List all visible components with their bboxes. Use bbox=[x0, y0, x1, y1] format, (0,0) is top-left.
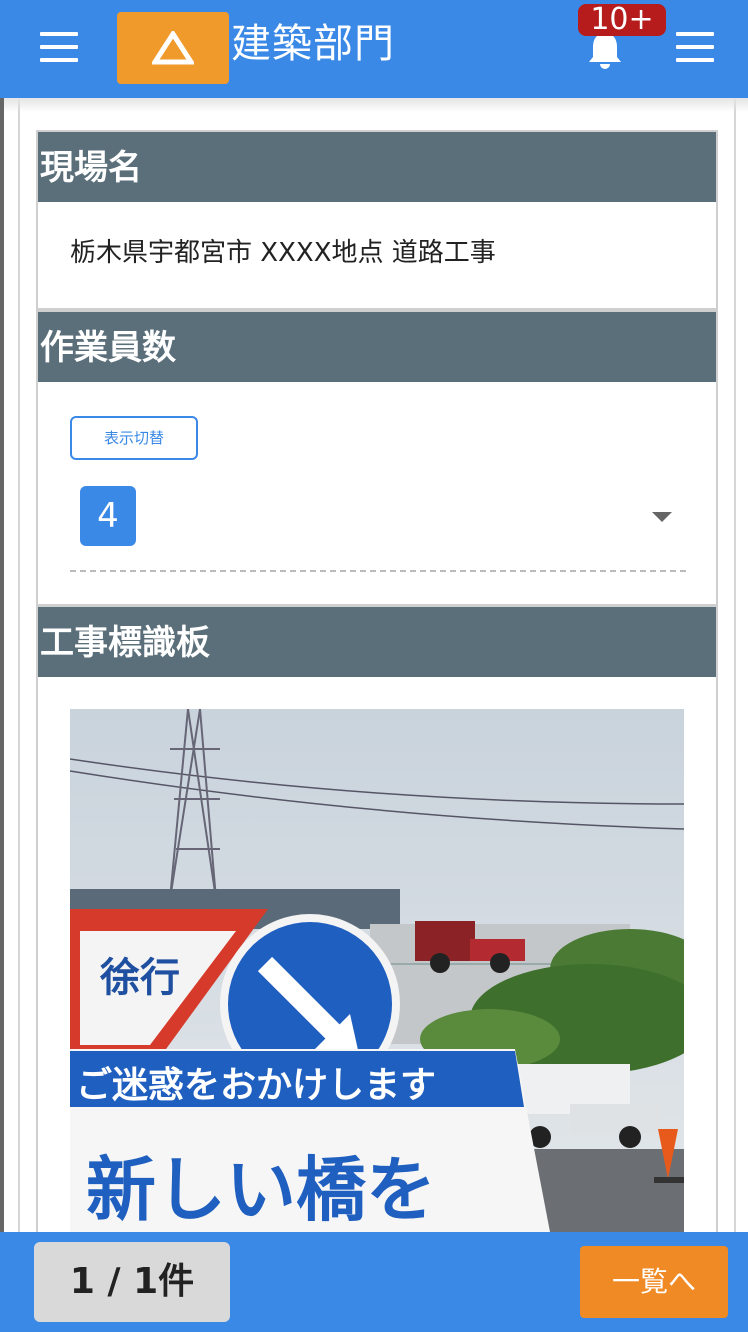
app-title: 建築部門 bbox=[231, 21, 395, 67]
banner-text: ご迷惑をおかけします bbox=[76, 1065, 436, 1106]
divider bbox=[70, 570, 686, 572]
settings-menu-icon[interactable] bbox=[676, 32, 714, 62]
sign-main-text: 新しい橋を bbox=[86, 1149, 436, 1231]
signboard-photo[interactable]: 徐行 ご迷惑をおかけします 新しい橋を bbox=[70, 709, 684, 1232]
worker-count-section: 作業員数 表示切替 4 bbox=[36, 310, 718, 606]
signboard-photo-art: 徐行 ご迷惑をおかけします 新しい橋を bbox=[70, 709, 684, 1232]
hamburger-menu-icon[interactable] bbox=[40, 32, 78, 62]
back-to-list-button[interactable]: 一覧へ bbox=[580, 1246, 728, 1318]
left-edge bbox=[0, 98, 4, 1232]
worker-count-value[interactable]: 4 bbox=[80, 486, 136, 546]
slow-sign-text: 徐行 bbox=[99, 955, 180, 1001]
site-name-section: 現場名 栃木県宇都宮市 XXXX地点 道路工事 bbox=[36, 130, 718, 310]
footer-bar: 1 / 1件 一覧へ bbox=[0, 1232, 748, 1332]
logo-button[interactable] bbox=[117, 12, 229, 84]
dropdown-caret-icon[interactable] bbox=[652, 512, 672, 522]
site-name-value: 栃木県宇都宮市 XXXX地点 道路工事 bbox=[70, 238, 496, 268]
notification-badge: 10+ bbox=[578, 4, 666, 36]
section-heading: 現場名 bbox=[38, 132, 716, 202]
header-shadow bbox=[4, 98, 748, 112]
display-toggle-button[interactable]: 表示切替 bbox=[70, 416, 198, 460]
pagination-indicator: 1 / 1件 bbox=[34, 1242, 230, 1322]
section-heading: 作業員数 bbox=[38, 312, 716, 382]
section-heading: 工事標識板 bbox=[38, 607, 716, 677]
triangle-logo-icon bbox=[152, 31, 194, 65]
app-header: 建築部門 10+ bbox=[0, 0, 748, 98]
